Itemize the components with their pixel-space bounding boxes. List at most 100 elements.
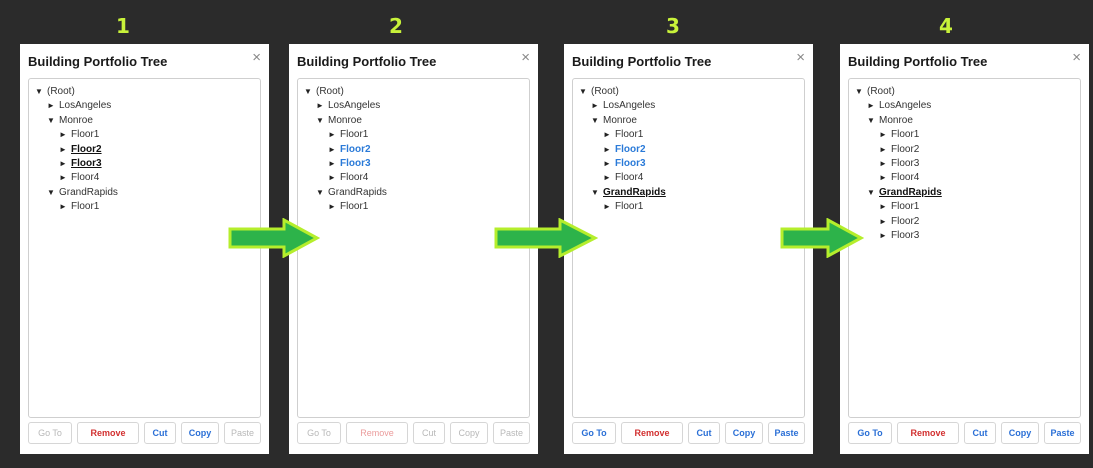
tree-node[interactable]: ► Floor2: [855, 215, 942, 229]
tree-node[interactable]: ▼ (Root): [855, 85, 942, 99]
cut-button[interactable]: Cut: [413, 422, 445, 444]
go-to-button[interactable]: Go To: [297, 422, 341, 444]
copy-button[interactable]: Copy: [1001, 422, 1039, 444]
triangle-right-icon[interactable]: ►: [879, 215, 887, 229]
triangle-right-icon[interactable]: ►: [879, 171, 887, 185]
triangle-right-icon[interactable]: ►: [879, 200, 887, 214]
cut-button[interactable]: Cut: [964, 422, 996, 444]
tree-node[interactable]: ► Floor2: [304, 143, 387, 157]
tree-view[interactable]: ▼ (Root) ► LosAngeles ▼ Monroe ► Floor1 ► Floor2 ►…: [572, 78, 805, 418]
tree-node[interactable]: ► Floor3: [855, 157, 942, 171]
tree-node[interactable]: ► Floor4: [579, 171, 666, 185]
copy-button[interactable]: Copy: [725, 422, 763, 444]
tree-node[interactable]: ▼ GrandRapids: [579, 186, 666, 200]
triangle-right-icon[interactable]: ►: [328, 128, 336, 142]
tree-node[interactable]: ▼ Monroe: [579, 114, 666, 128]
close-icon[interactable]: ×: [252, 49, 261, 66]
triangle-right-icon[interactable]: ►: [603, 143, 611, 157]
triangle-right-icon[interactable]: ►: [879, 229, 887, 243]
triangle-down-icon[interactable]: ▼: [591, 186, 599, 200]
tree-node[interactable]: ► Floor1: [304, 128, 387, 142]
triangle-down-icon[interactable]: ▼: [304, 85, 312, 99]
remove-button[interactable]: Remove: [897, 422, 959, 444]
cut-button[interactable]: Cut: [144, 422, 176, 444]
tree-node[interactable]: ▼ (Root): [579, 85, 666, 99]
tree-node[interactable]: ► Floor2: [855, 143, 942, 157]
triangle-down-icon[interactable]: ▼: [316, 114, 324, 128]
copy-button[interactable]: Copy: [450, 422, 488, 444]
triangle-down-icon[interactable]: ▼: [591, 114, 599, 128]
triangle-down-icon[interactable]: ▼: [867, 186, 875, 200]
tree-node[interactable]: ► Floor1: [35, 200, 118, 214]
triangle-right-icon[interactable]: ►: [316, 99, 324, 113]
tree-node[interactable]: ► Floor1: [855, 128, 942, 142]
triangle-down-icon[interactable]: ▼: [47, 186, 55, 200]
triangle-right-icon[interactable]: ►: [328, 171, 336, 185]
triangle-right-icon[interactable]: ►: [603, 157, 611, 171]
triangle-down-icon[interactable]: ▼: [47, 114, 55, 128]
paste-button[interactable]: Paste: [493, 422, 530, 444]
triangle-right-icon[interactable]: ►: [59, 143, 67, 157]
tree-node[interactable]: ► Floor2: [579, 143, 666, 157]
tree-node[interactable]: ► Floor4: [35, 171, 118, 185]
tree-node[interactable]: ▼ Monroe: [855, 114, 942, 128]
triangle-right-icon[interactable]: ►: [47, 99, 55, 113]
triangle-right-icon[interactable]: ►: [867, 99, 875, 113]
tree-node[interactable]: ► Floor3: [35, 157, 118, 171]
tree-node[interactable]: ► Floor3: [304, 157, 387, 171]
tree-node[interactable]: ▼ GrandRapids: [855, 186, 942, 200]
tree-node[interactable]: ► Floor4: [855, 171, 942, 185]
tree-node[interactable]: ► Floor1: [579, 200, 666, 214]
go-to-button[interactable]: Go To: [572, 422, 616, 444]
copy-button[interactable]: Copy: [181, 422, 219, 444]
triangle-right-icon[interactable]: ►: [59, 128, 67, 142]
triangle-right-icon[interactable]: ►: [328, 200, 336, 214]
go-to-button[interactable]: Go To: [28, 422, 72, 444]
tree-node[interactable]: ► Floor1: [35, 128, 118, 142]
tree-node[interactable]: ► Floor1: [579, 128, 666, 142]
tree-node[interactable]: ▼ (Root): [304, 85, 387, 99]
triangle-right-icon[interactable]: ►: [59, 200, 67, 214]
tree-node[interactable]: ► Floor3: [579, 157, 666, 171]
triangle-down-icon[interactable]: ▼: [867, 114, 875, 128]
tree-node[interactable]: ► LosAngeles: [304, 99, 387, 113]
close-icon[interactable]: ×: [1072, 49, 1081, 66]
tree-node[interactable]: ▼ Monroe: [304, 114, 387, 128]
tree-node[interactable]: ► LosAngeles: [855, 99, 942, 113]
tree-view[interactable]: ▼ (Root) ► LosAngeles ▼ Monroe ► Floor1 ► Floor2 ►…: [28, 78, 261, 418]
tree-node[interactable]: ► LosAngeles: [35, 99, 118, 113]
triangle-down-icon[interactable]: ▼: [579, 85, 587, 99]
triangle-right-icon[interactable]: ►: [879, 128, 887, 142]
tree-node[interactable]: ▼ (Root): [35, 85, 118, 99]
triangle-right-icon[interactable]: ►: [879, 157, 887, 171]
triangle-right-icon[interactable]: ►: [328, 157, 336, 171]
remove-button[interactable]: Remove: [621, 422, 683, 444]
remove-button[interactable]: Remove: [77, 422, 139, 444]
triangle-right-icon[interactable]: ►: [59, 157, 67, 171]
tree-node[interactable]: ► Floor1: [855, 200, 942, 214]
triangle-down-icon[interactable]: ▼: [35, 85, 43, 99]
triangle-right-icon[interactable]: ►: [328, 143, 336, 157]
tree-node[interactable]: ► Floor2: [35, 143, 118, 157]
cut-button[interactable]: Cut: [688, 422, 720, 444]
paste-button[interactable]: Paste: [768, 422, 805, 444]
tree-view[interactable]: ▼ (Root) ► LosAngeles ▼ Monroe ► Floor1 ► Floor2 ►…: [848, 78, 1081, 418]
paste-button[interactable]: Paste: [224, 422, 261, 444]
remove-button[interactable]: Remove: [346, 422, 408, 444]
tree-node[interactable]: ▼ GrandRapids: [35, 186, 118, 200]
tree-node[interactable]: ► LosAngeles: [579, 99, 666, 113]
triangle-right-icon[interactable]: ►: [603, 171, 611, 185]
close-icon[interactable]: ×: [521, 49, 530, 66]
close-icon[interactable]: ×: [796, 49, 805, 66]
triangle-right-icon[interactable]: ►: [879, 143, 887, 157]
triangle-right-icon[interactable]: ►: [603, 200, 611, 214]
triangle-right-icon[interactable]: ►: [591, 99, 599, 113]
paste-button[interactable]: Paste: [1044, 422, 1081, 444]
tree-node[interactable]: ▼ Monroe: [35, 114, 118, 128]
tree-node[interactable]: ► Floor3: [855, 229, 942, 243]
triangle-right-icon[interactable]: ►: [603, 128, 611, 142]
triangle-right-icon[interactable]: ►: [59, 171, 67, 185]
tree-node[interactable]: ► Floor4: [304, 171, 387, 185]
tree-node[interactable]: ▼ GrandRapids: [304, 186, 387, 200]
triangle-down-icon[interactable]: ▼: [855, 85, 863, 99]
